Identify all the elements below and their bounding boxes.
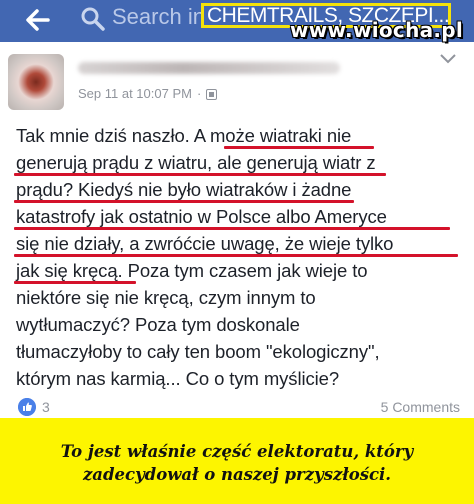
post-body: Tak mnie dziś naszło. A może wiatraki ni…	[16, 122, 466, 392]
underline-mark	[14, 281, 136, 284]
underline-mark	[224, 146, 374, 149]
underline-mark	[14, 254, 458, 257]
post-meta: Sep 11 at 10:07 PM ·	[78, 86, 218, 102]
caption-line-2: zadecydował o naszej przyszłości.	[82, 465, 392, 484]
search-header: Search in CHEMTRAILS, SZCZEPI... www.wio…	[0, 0, 474, 42]
post-line: którym nas karmią... Co o tym myślicie?	[16, 368, 340, 389]
site-watermark: www.wiocha.pl	[290, 18, 464, 42]
avatar[interactable]	[8, 54, 64, 110]
post-line: tłumaczyłoby to cały ten boom "ekologicz…	[16, 341, 380, 362]
underline-mark	[14, 227, 450, 230]
post-line: katastrofy jak ostatnio w Polsce albo Am…	[16, 206, 387, 227]
post-line: generują prądu z wiatru, ale generują wi…	[16, 152, 376, 173]
search-placeholder[interactable]: Search in	[112, 4, 205, 30]
meme-caption: To jest właśnie część elektoratu, który …	[0, 418, 474, 504]
post-line: Tak mnie dziś naszło. A może wiatraki ni…	[16, 125, 352, 146]
post-line: niektóre się nie kręcą, czym innym to	[16, 287, 316, 308]
underline-mark	[14, 200, 354, 203]
like-count[interactable]: 3	[42, 399, 50, 415]
chevron-down-icon[interactable]	[440, 54, 456, 64]
underline-mark	[14, 173, 386, 176]
post-line: prądu? Kiedyś nie było wiatraków i żadne	[16, 179, 352, 200]
post-line: wytłumaczyć? Poza tym doskonale	[16, 314, 300, 335]
like-icon[interactable]	[18, 398, 36, 416]
author-name-redacted[interactable]	[78, 62, 340, 74]
comments-link[interactable]: 5 Comments	[381, 399, 460, 415]
back-arrow-icon[interactable]	[22, 5, 52, 35]
search-icon[interactable]	[80, 6, 106, 32]
caption-line-1: To jest właśnie część elektoratu, który	[60, 442, 414, 461]
post-timestamp[interactable]: Sep 11 at 10:07 PM	[78, 86, 192, 102]
post-line: się nie działy, a zwróćcie uwagę, że wie…	[16, 233, 394, 254]
post-line: jak się kręcą. Poza tym czasem jak wieje…	[16, 260, 368, 281]
globe-icon	[206, 88, 218, 100]
meta-separator: ·	[196, 86, 202, 101]
caption-text: To jest właśnie część elektoratu, który …	[0, 440, 474, 486]
